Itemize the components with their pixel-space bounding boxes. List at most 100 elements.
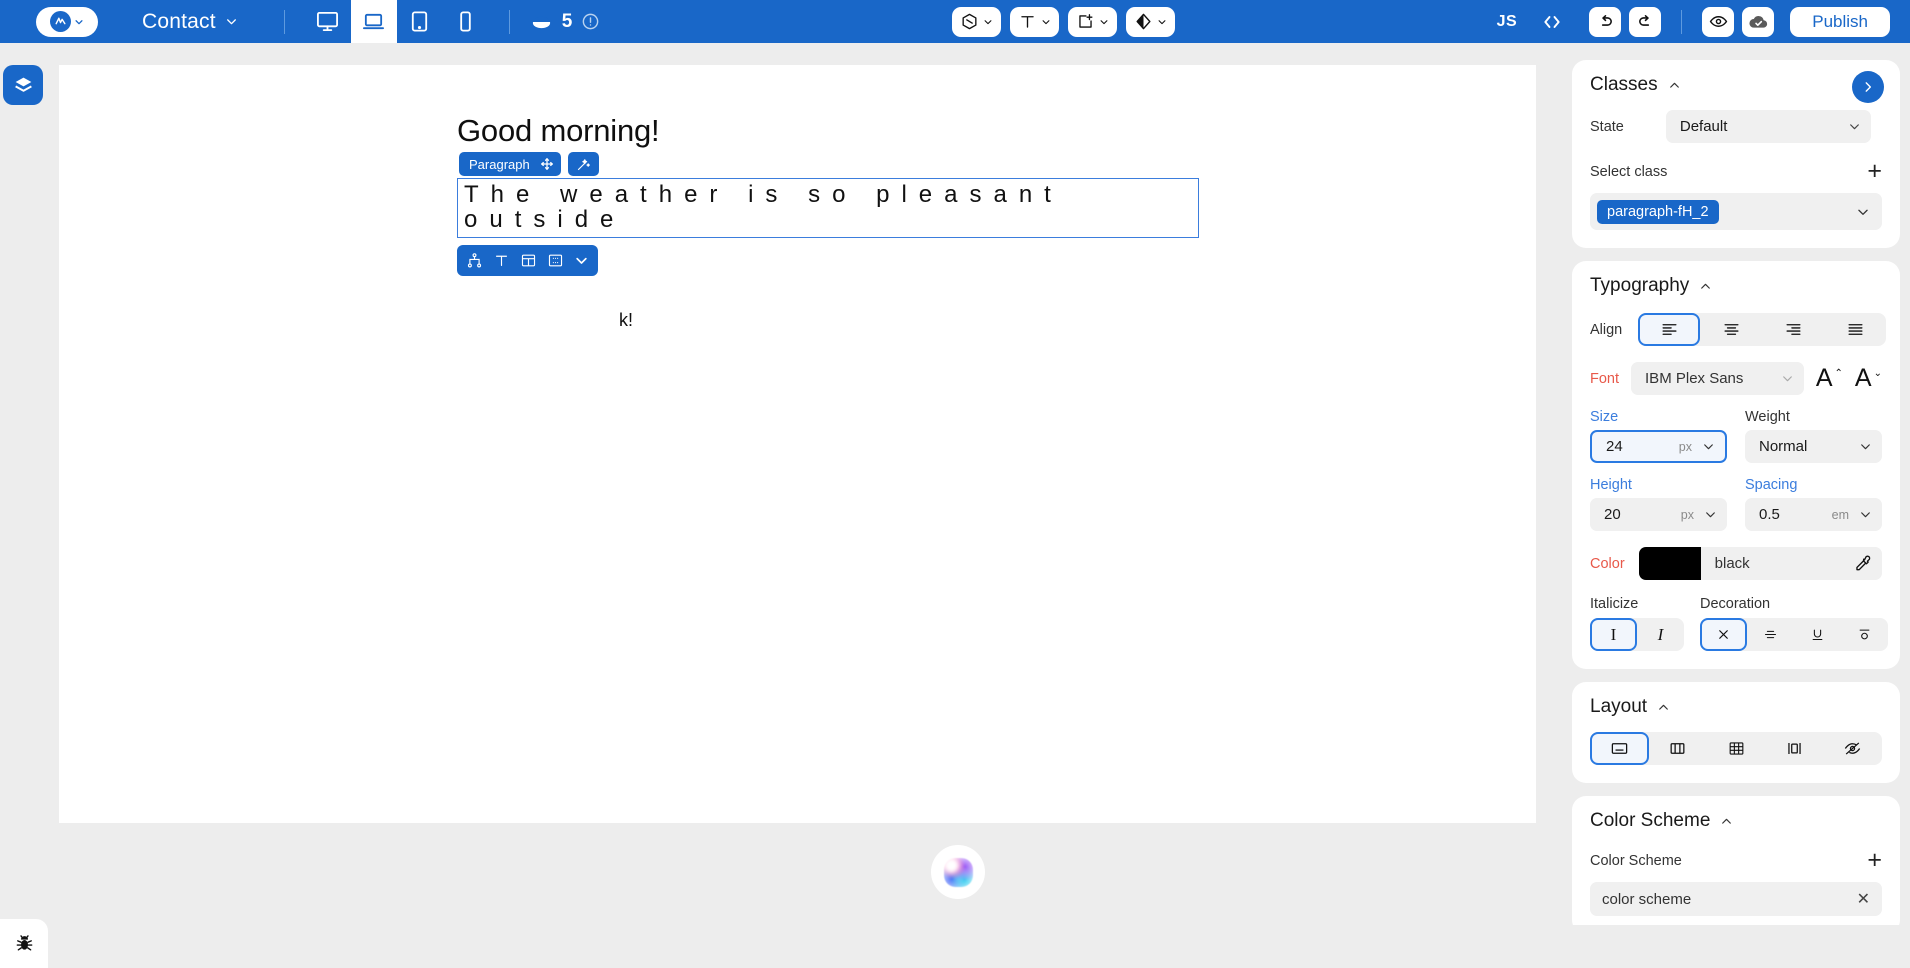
color-scheme-card: Color Scheme Color Scheme + color scheme… <box>1572 796 1900 925</box>
chevron-up-icon[interactable] <box>1720 815 1733 828</box>
layout-columns-icon[interactable] <box>520 252 537 269</box>
state-select[interactable]: Default <box>1665 110 1871 143</box>
align-justify-button[interactable] <box>1824 313 1886 346</box>
color-scheme-input[interactable]: color scheme ✕ <box>1590 882 1882 916</box>
size-input[interactable]: 24 px <box>1590 430 1727 463</box>
divider <box>283 9 285 34</box>
canvas-paragraph-text[interactable]: The weather is so pleasant outside <box>464 182 1194 232</box>
publish-button[interactable]: Publish <box>1790 6 1890 37</box>
font-label: Font <box>1590 370 1620 387</box>
ai-assistant-button[interactable] <box>931 845 985 899</box>
page-canvas[interactable]: Good morning! k! The weather is so pleas… <box>59 65 1536 823</box>
height-group: Height 20 px <box>1590 477 1727 531</box>
info-circle-icon[interactable] <box>581 12 600 31</box>
decoration-label: Decoration <box>1700 596 1771 612</box>
chevron-down-icon[interactable] <box>1859 508 1872 521</box>
ai-assistant-orb-icon <box>943 857 973 887</box>
state-label: State <box>1590 118 1624 135</box>
color-swatch[interactable] <box>1638 547 1701 580</box>
text-color-field[interactable]: black <box>1638 547 1882 580</box>
state-row: State Default <box>1590 110 1882 143</box>
color-scheme-field-row: Color Scheme + <box>1590 848 1882 873</box>
redo-button[interactable] <box>1629 6 1662 37</box>
decrease-font-size-button[interactable]: A ⌄ <box>1855 366 1882 391</box>
device-desktop-button[interactable] <box>305 0 351 43</box>
chevron-down-icon[interactable] <box>1702 440 1715 453</box>
assets-tool-button[interactable] <box>952 6 1001 37</box>
chevron-down-icon[interactable] <box>574 253 589 268</box>
node-tree-icon[interactable] <box>466 252 483 269</box>
js-toggle-button[interactable]: JS <box>1497 13 1518 31</box>
active-class-chip[interactable]: paragraph-fH_2 <box>1597 199 1719 224</box>
display-grid-button[interactable] <box>1707 732 1765 765</box>
align-label: Align <box>1590 321 1623 338</box>
class-select-dropdown[interactable]: paragraph-fH_2 <box>1590 193 1882 230</box>
expand-panel-button[interactable] <box>1852 71 1884 103</box>
layers-icon <box>14 77 32 92</box>
canvas-heading[interactable]: Good morning! <box>457 113 660 149</box>
element-tag-badge[interactable]: Paragraph <box>459 152 561 176</box>
theme-tool-button[interactable] <box>1126 6 1175 37</box>
cloud-check-icon <box>1749 16 1767 28</box>
text-T-icon[interactable] <box>493 252 510 269</box>
report-bug-button[interactable] <box>0 919 48 968</box>
chevron-down-icon <box>1849 124 1859 130</box>
chevron-up-icon[interactable] <box>1699 280 1712 293</box>
add-class-button[interactable]: + <box>1867 159 1882 184</box>
app-logo-button[interactable] <box>36 6 98 37</box>
typography-header: Typography <box>1590 275 1882 297</box>
typography-title: Typography <box>1590 275 1690 296</box>
eyedropper-button[interactable] <box>1853 554 1882 573</box>
add-box-icon <box>1079 14 1093 28</box>
chevron-up-icon[interactable] <box>1657 701 1670 714</box>
page-selector[interactable]: Contact <box>142 10 238 34</box>
line-height-input[interactable]: 20 px <box>1590 498 1727 531</box>
spacing-value: 0.5 <box>1759 506 1780 523</box>
undo-button[interactable] <box>1589 6 1622 37</box>
decoration-underline-button[interactable] <box>1794 618 1841 651</box>
close-x-icon[interactable]: ✕ <box>1857 889 1870 909</box>
align-center-button[interactable] <box>1700 313 1762 346</box>
decoration-none-button[interactable] <box>1700 618 1747 651</box>
chevron-up-icon[interactable] <box>1668 79 1681 92</box>
increase-font-size-button[interactable]: A ⌃ <box>1816 366 1843 391</box>
display-inline-flex-button[interactable] <box>1765 732 1823 765</box>
cookie-icon <box>532 16 550 29</box>
display-flex-button[interactable] <box>1649 732 1707 765</box>
chevron-down-icon <box>1042 19 1050 24</box>
code-brackets-icon[interactable] <box>1539 12 1565 32</box>
chevron-down-icon[interactable] <box>1704 508 1717 521</box>
cookie-status[interactable]: 5 <box>530 10 601 33</box>
italic-on-button[interactable]: I <box>1637 618 1684 651</box>
font-family-select[interactable]: IBM Plex Sans <box>1631 362 1804 395</box>
align-segmented-control <box>1638 313 1887 346</box>
preview-button[interactable] <box>1702 6 1735 37</box>
selected-paragraph-element[interactable]: The weather is so pleasant outside <box>457 178 1199 238</box>
letter-spacing-input[interactable]: 0.5 em <box>1745 498 1882 531</box>
display-none-button[interactable] <box>1824 732 1882 765</box>
add-element-tool-button[interactable] <box>1068 6 1117 37</box>
italic-off-button[interactable]: I <box>1590 618 1637 651</box>
cube-icon <box>962 13 977 30</box>
monitor-icon <box>317 11 339 32</box>
app-logo-icon <box>50 11 71 32</box>
weight-select[interactable]: Normal <box>1745 430 1882 463</box>
save-status-button[interactable] <box>1742 6 1775 37</box>
device-laptop-button[interactable] <box>350 0 397 43</box>
device-mobile-button[interactable] <box>443 0 489 43</box>
decoration-line-through-button[interactable] <box>1747 618 1794 651</box>
display-block-button[interactable] <box>1590 732 1649 765</box>
spacing-box-icon[interactable] <box>547 252 564 269</box>
decoration-overline-button[interactable] <box>1841 618 1888 651</box>
font-A-glyph: A <box>1854 364 1872 392</box>
align-left-button[interactable] <box>1638 313 1701 346</box>
chevron-down-icon <box>1158 19 1166 24</box>
text-tool-button[interactable] <box>1010 6 1059 37</box>
device-tablet-button[interactable] <box>397 0 443 43</box>
height-spacing-row: Height 20 px Spacing 0.5 em <box>1590 477 1882 531</box>
align-right-button[interactable] <box>1762 313 1824 346</box>
ai-magic-button[interactable] <box>567 152 599 176</box>
add-color-scheme-button[interactable]: + <box>1867 848 1882 873</box>
move-arrows-icon[interactable] <box>540 157 554 171</box>
layers-panel-button[interactable] <box>3 65 43 105</box>
